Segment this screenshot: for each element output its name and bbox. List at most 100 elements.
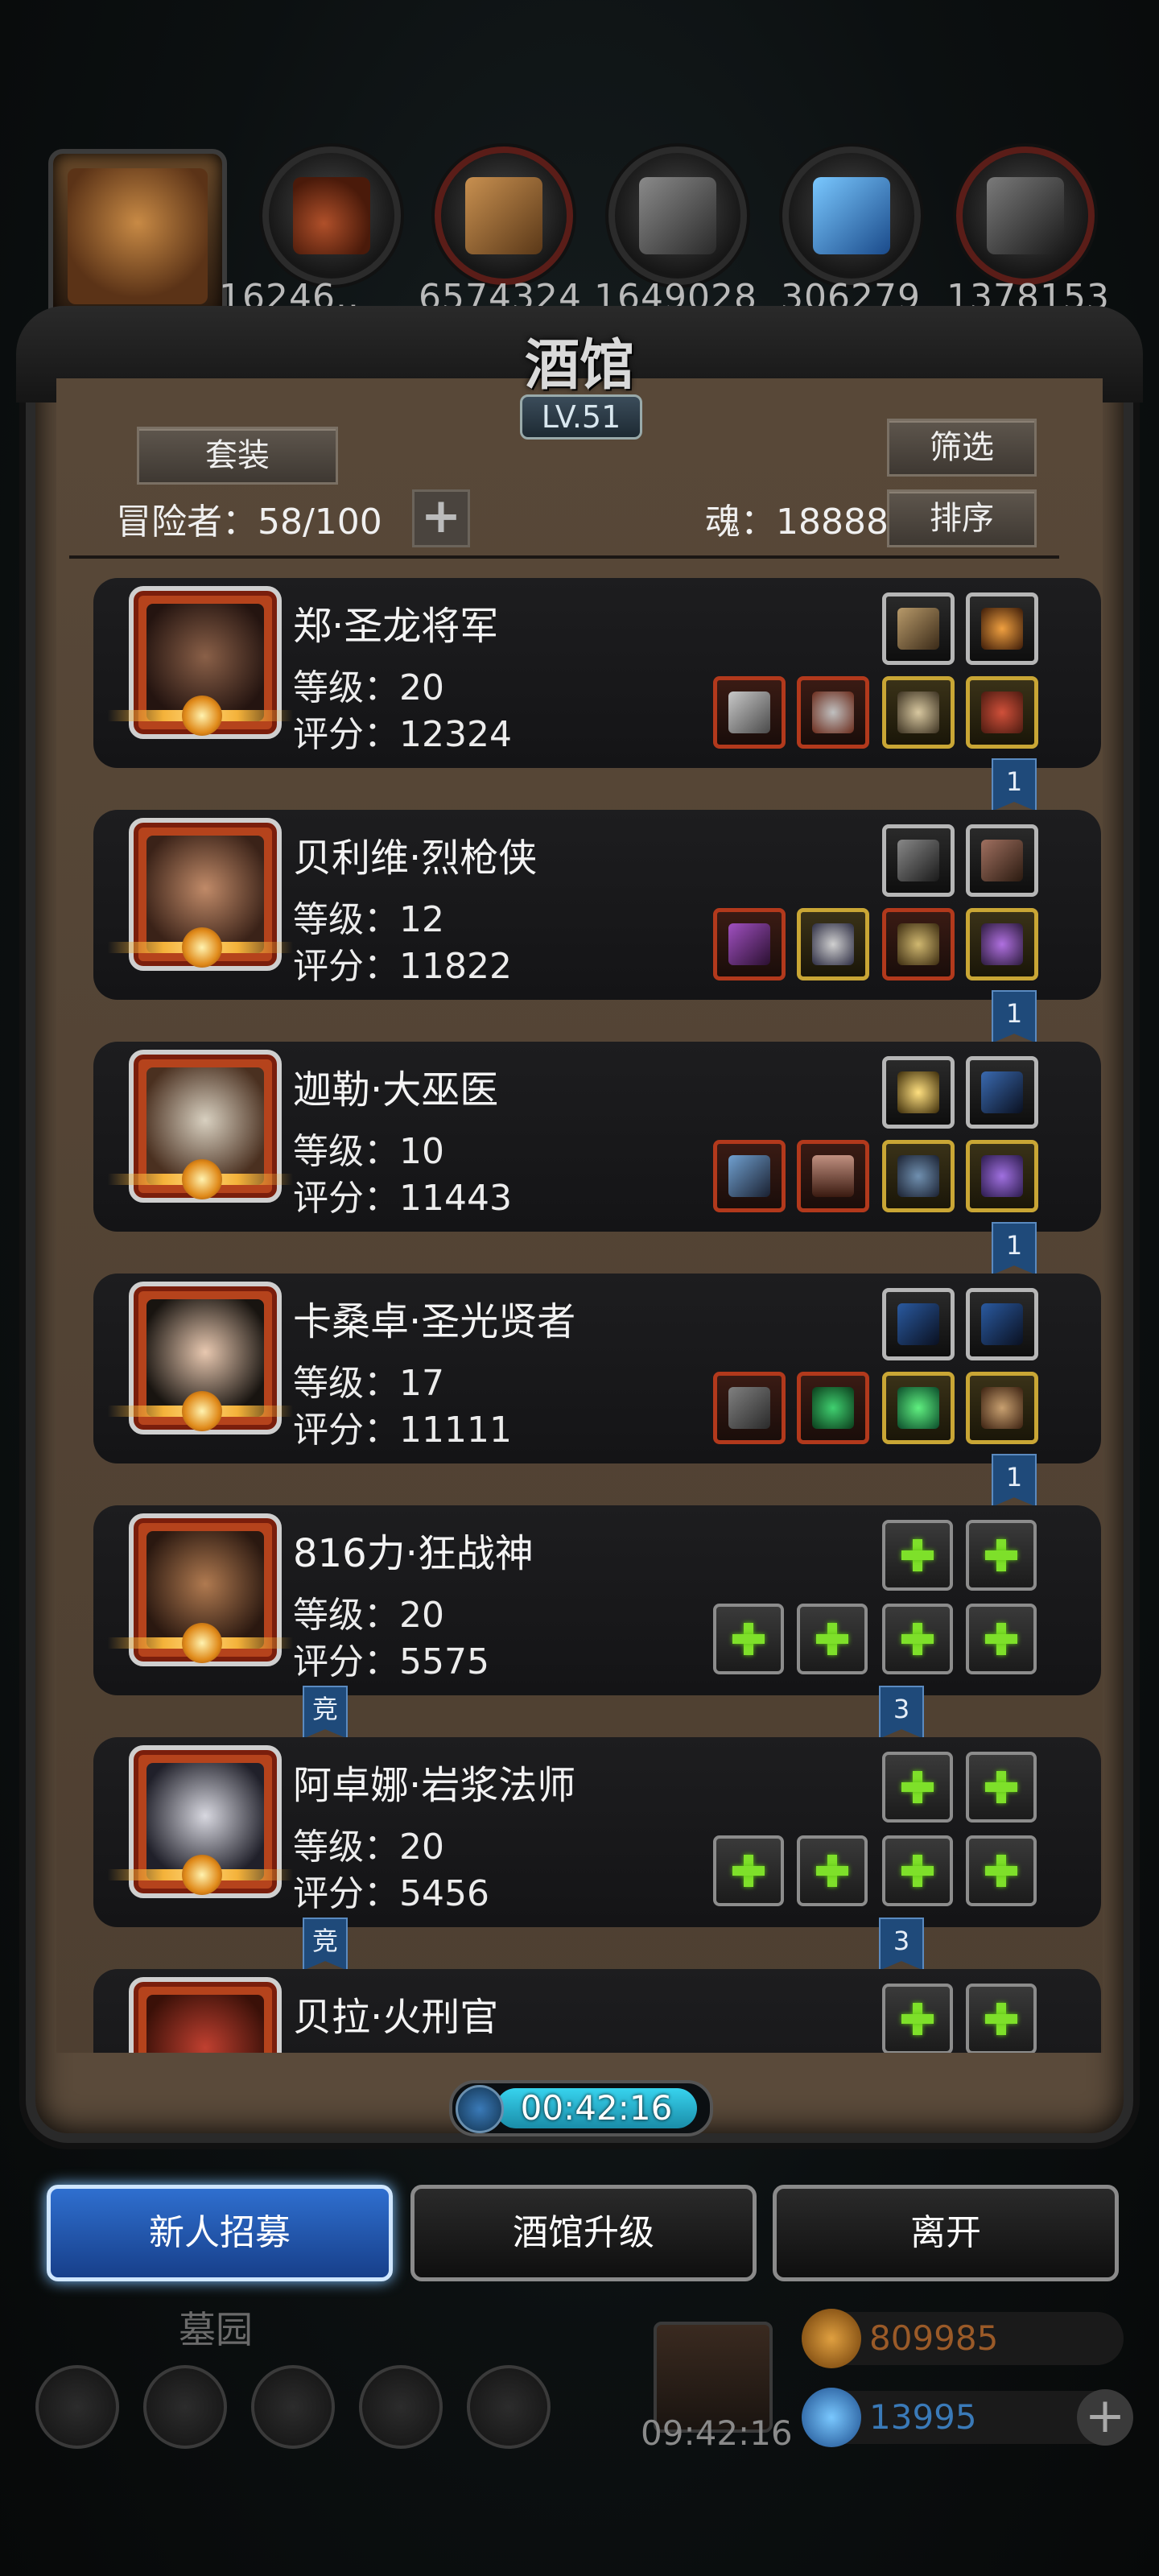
hero-name: 卡桑卓·圣光贤者	[293, 1299, 576, 1344]
hero-portrait[interactable]	[129, 1977, 282, 2053]
add-equipment-icon[interactable]	[966, 1604, 1037, 1674]
hero-tag: 3	[879, 1686, 924, 1739]
forge-icon[interactable]	[467, 2365, 551, 2449]
divider	[69, 555, 1059, 559]
bag-icon[interactable]	[251, 2365, 335, 2449]
gift-timer: 09:42:16	[641, 2413, 793, 2453]
add-equipment-icon[interactable]	[966, 1835, 1037, 1906]
filter-button[interactable]: 筛选	[887, 419, 1037, 477]
hero-name: 贝利维·烈枪侠	[293, 836, 538, 881]
hero-tag: 1	[992, 1454, 1037, 1507]
hero-score: 评分：5575	[293, 1641, 489, 1682]
iron-icon	[956, 147, 1095, 285]
soul-count: 魂：18888	[705, 502, 889, 543]
ring-icon[interactable]	[966, 1140, 1038, 1212]
hero-tag: 3	[879, 1918, 924, 1971]
hero-row[interactable]: 郑·圣龙将军 等级：20 评分：12324	[93, 578, 1101, 768]
hero-tag: 1	[992, 758, 1037, 811]
player-avatar[interactable]	[48, 149, 227, 324]
bow-icon[interactable]	[882, 1288, 955, 1360]
hero-name: 贝拉·火刑官	[293, 1995, 499, 2040]
leave-button[interactable]: 离开	[773, 2185, 1119, 2281]
hero-row[interactable]: 迦勒·大巫医 等级：10 评分：11443	[93, 1042, 1101, 1232]
staff-icon[interactable]	[713, 1140, 786, 1212]
gem-icon	[802, 2388, 861, 2447]
add-equipment-icon[interactable]	[966, 1520, 1037, 1591]
hero-level: 等级：12	[293, 899, 444, 940]
add-equipment-icon[interactable]	[882, 1752, 953, 1823]
spear-icon[interactable]	[713, 908, 786, 980]
armor-icon[interactable]	[797, 676, 869, 749]
hero-tag: 1	[992, 1222, 1037, 1275]
hero-level: 等级：17	[293, 1363, 444, 1404]
hero-row[interactable]: 贝拉·火刑官	[93, 1969, 1101, 2053]
add-equipment-icon[interactable]	[797, 1604, 868, 1674]
hero-score: 评分：12324	[293, 714, 512, 755]
hero-row[interactable]: 贝利维·烈枪侠 等级：12 评分：11822	[93, 810, 1101, 1000]
gem-icon[interactable]	[882, 1372, 955, 1444]
armor-icon[interactable]	[797, 1372, 869, 1444]
panel-title: 酒馆	[524, 333, 634, 398]
mace-icon[interactable]	[713, 1372, 786, 1444]
rank-emblem-icon	[108, 927, 293, 968]
achievement-icon[interactable]	[143, 2365, 227, 2449]
add-equipment-icon[interactable]	[966, 1984, 1037, 2053]
upgrade-tavern-button[interactable]: 酒馆升级	[410, 2185, 757, 2281]
lantern-icon[interactable]	[882, 1056, 955, 1129]
tavern-level-badge: LV.51	[520, 394, 642, 440]
add-equipment-icon[interactable]	[882, 1984, 953, 2053]
add-equipment-icon[interactable]	[882, 1520, 953, 1591]
hero-level: 等级：20	[293, 1827, 444, 1868]
hero-row[interactable]: 卡桑卓·圣光贤者 等级：17 评分：11111	[93, 1274, 1101, 1463]
add-equipment-icon[interactable]	[882, 1835, 953, 1906]
bow-icon[interactable]	[882, 592, 955, 665]
armor-icon[interactable]	[797, 908, 869, 980]
add-equipment-icon[interactable]	[713, 1604, 784, 1674]
hero-score: 评分：5456	[293, 1873, 489, 1914]
expand-capacity-button[interactable]: +	[412, 489, 470, 547]
lantern-icon[interactable]	[966, 592, 1038, 665]
hero-row[interactable]: 阿卓娜·岩浆法师 等级：20 评分：5456	[93, 1737, 1101, 1927]
arena-tag: 竞	[303, 1686, 348, 1739]
add-equipment-icon[interactable]	[882, 1604, 953, 1674]
settings-icon[interactable]	[35, 2365, 119, 2449]
hero-level: 等级：20	[293, 1595, 444, 1636]
rank-emblem-icon	[108, 1855, 293, 1895]
shield-icon[interactable]	[882, 676, 955, 749]
gold-coin-icon	[802, 2309, 861, 2368]
meat-icon	[262, 147, 401, 285]
sword-icon[interactable]	[713, 676, 786, 749]
mask-icon[interactable]	[966, 1372, 1038, 1444]
ring-icon[interactable]	[966, 908, 1038, 980]
robe-icon[interactable]	[797, 1140, 869, 1212]
stone-icon	[608, 147, 747, 285]
hero-level: 等级：10	[293, 1131, 444, 1172]
mail-icon[interactable]	[359, 2365, 443, 2449]
hero-level: 等级：20	[293, 667, 444, 708]
hero-score: 评分：11822	[293, 946, 512, 987]
add-currency-button[interactable]: +	[1077, 2389, 1133, 2446]
bow-icon[interactable]	[966, 1288, 1038, 1360]
amulet-icon[interactable]	[966, 676, 1038, 749]
set-button[interactable]: 套装	[137, 427, 338, 485]
add-equipment-icon[interactable]	[966, 1752, 1037, 1823]
add-equipment-icon[interactable]	[713, 1835, 784, 1906]
sort-button[interactable]: 排序	[887, 489, 1037, 547]
bow-icon[interactable]	[882, 824, 955, 897]
graveyard-label[interactable]: 墓园	[179, 2301, 253, 2354]
gem-value: 13995	[869, 2397, 977, 2437]
tiger-portrait-icon	[68, 168, 208, 304]
rank-emblem-icon	[108, 696, 293, 736]
recruit-button[interactable]: 新人招募	[47, 2185, 393, 2281]
bow-icon[interactable]	[966, 1056, 1038, 1129]
add-equipment-icon[interactable]	[797, 1835, 868, 1906]
quiver-icon[interactable]	[966, 824, 1038, 897]
adventurer-count: 冒险者：58/100	[116, 502, 382, 543]
hero-name: 迦勒·大巫医	[293, 1067, 499, 1113]
hero-row[interactable]: 816力·狂战神 等级：20 评分：5575	[93, 1505, 1101, 1695]
helm-icon[interactable]	[882, 908, 955, 980]
hero-list[interactable]: 郑·圣龙将军 等级：20 评分：12324 1 贝利维·烈枪侠 等级：12 评分…	[56, 564, 1103, 2053]
mask-icon[interactable]	[882, 1140, 955, 1212]
rank-emblem-icon	[108, 1391, 293, 1431]
hero-tag: 1	[992, 990, 1037, 1043]
